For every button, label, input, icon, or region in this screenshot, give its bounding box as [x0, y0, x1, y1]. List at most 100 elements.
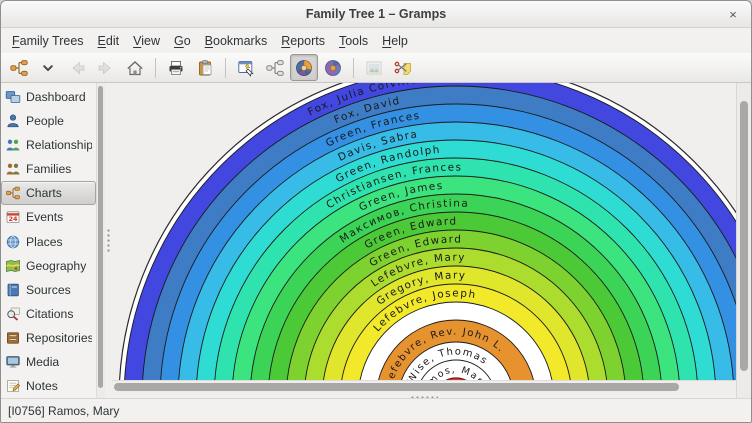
- pedigree-icon: [265, 58, 285, 78]
- menu-item-label: F: [12, 34, 20, 48]
- sidebar-item-sources[interactable]: Sources: [1, 278, 96, 302]
- charts-icon: [5, 185, 21, 201]
- menubar: Family TreesEditViewGoBookmarksReportsTo…: [1, 28, 751, 53]
- printer-icon: [166, 58, 186, 78]
- statusbar: [I0756] Ramos, Mary: [1, 398, 751, 422]
- menu-edit[interactable]: Edit: [91, 31, 127, 51]
- horizontal-scrollbar-thumb[interactable]: [114, 383, 679, 391]
- menu-item-label: eports: [290, 34, 325, 48]
- sidebar-item-citations[interactable]: Citations: [1, 302, 96, 326]
- repositories-icon: [5, 330, 21, 346]
- menu-go[interactable]: Go: [167, 31, 198, 51]
- descendant-fan-view-button[interactable]: [319, 54, 347, 81]
- print-button[interactable]: [162, 54, 190, 81]
- media-icon: [5, 354, 21, 370]
- sidebar-item-places[interactable]: Places: [1, 229, 96, 253]
- toolbar: [1, 53, 751, 83]
- snapshot-button[interactable]: [389, 54, 417, 81]
- families-icon: [5, 161, 21, 177]
- forward-button[interactable]: [92, 54, 120, 81]
- places-icon: [5, 234, 21, 250]
- menu-item-label: E: [98, 34, 106, 48]
- forward-icon: [96, 58, 116, 78]
- home-icon: [125, 58, 145, 78]
- dashboard-icon: [5, 89, 21, 105]
- sidebar-item-media[interactable]: Media: [1, 350, 96, 374]
- menu-tools[interactable]: Tools: [332, 31, 375, 51]
- gramps-tree-icon: [9, 58, 29, 78]
- category-sidebar: DashboardPeopleRelationships Families Char…: [1, 83, 96, 398]
- menu-help[interactable]: Help: [375, 31, 415, 51]
- view-dropdown-button[interactable]: [34, 54, 62, 81]
- titlebar: Family Tree 1 – Gramps ×: [1, 1, 751, 28]
- sidebar-item-label: Media: [26, 355, 59, 369]
- menu-item-label: ools: [345, 34, 368, 48]
- menu-item-label: B: [205, 34, 213, 48]
- window-title: Family Tree 1 – Gramps: [306, 7, 446, 21]
- sidebar-item-label: Sources: [26, 283, 71, 297]
- sidebar-item-relationships[interactable]: Relationships: [1, 133, 96, 157]
- gramps-window: Family Tree 1 – Gramps × Family TreesEdi…: [0, 0, 752, 423]
- splitter-grip-icon: [107, 228, 110, 254]
- vertical-scrollbar-thumb[interactable]: [740, 101, 748, 371]
- events-icon: 24: [5, 209, 21, 225]
- media-icon: [5, 354, 21, 370]
- sidebar-item-people[interactable]: People: [1, 109, 96, 133]
- configure-view-button[interactable]: [232, 54, 260, 81]
- sidebar-item-events[interactable]: 24 Events: [1, 205, 96, 229]
- pedigree-view-button[interactable]: [261, 54, 289, 81]
- sidebar-item-label: Places: [26, 235, 63, 249]
- geography-icon: [5, 258, 21, 274]
- menu-family-trees[interactable]: Family Trees: [5, 31, 91, 51]
- horizontal-scrollbar[interactable]: [112, 380, 736, 393]
- fan-chart-canvas[interactable]: Ramos, MaryWise, ThomasLefebvre, Rev. Jo…: [112, 83, 736, 380]
- toolbar-separator: [155, 58, 156, 78]
- menu-item-label: o: [184, 34, 191, 48]
- sidebar-item-geography[interactable]: Geography: [1, 254, 96, 278]
- close-icon[interactable]: ×: [724, 5, 742, 23]
- notes-icon: [5, 378, 21, 394]
- sources-icon: [5, 282, 21, 298]
- menu-view[interactable]: View: [126, 31, 167, 51]
- sidebar-item-label: Events: [26, 210, 63, 224]
- relationships-icon: [5, 137, 21, 153]
- sidebar-item-charts[interactable]: Charts: [1, 181, 96, 205]
- sidebar-item-label: Charts: [26, 186, 62, 200]
- status-text: [I0756] Ramos, Mary: [8, 404, 119, 418]
- families-icon: [5, 161, 21, 177]
- sidebar-item-notes[interactable]: Notes: [1, 374, 96, 398]
- fan-chart[interactable]: Ramos, MaryWise, ThomasLefebvre, Rev. Jo…: [112, 83, 736, 380]
- pane-splitter[interactable]: [105, 83, 112, 398]
- gramps-people-button[interactable]: [5, 54, 33, 81]
- repositories-icon: [5, 330, 21, 346]
- clipboard-button[interactable]: [191, 54, 219, 81]
- sidebar-item-label: Repositories: [26, 331, 92, 345]
- clipboard-icon: [195, 58, 215, 78]
- menu-item-label: elp: [391, 34, 408, 48]
- sidebar-item-label: Geography: [26, 259, 86, 273]
- menu-item-label: G: [174, 34, 184, 48]
- sidebar-item-repositories[interactable]: Repositories: [1, 326, 96, 350]
- menu-reports[interactable]: Reports: [274, 31, 332, 51]
- fan-chart-view-button[interactable]: [290, 54, 318, 81]
- geography-icon: [5, 258, 21, 274]
- home-person-button[interactable]: [121, 54, 149, 81]
- menu-bookmarks[interactable]: Bookmarks: [198, 31, 275, 51]
- sidebar-item-label: Notes: [26, 379, 58, 393]
- scissors-icon: [393, 58, 413, 78]
- menu-item-label: iew: [141, 34, 160, 48]
- save-image-button[interactable]: [360, 54, 388, 81]
- fan-chart-alt-icon: [323, 58, 343, 78]
- menu-item-label: amily Trees: [20, 34, 84, 48]
- sidebar-scrollbar-thumb[interactable]: [98, 86, 103, 388]
- sidebar-item-dashboard[interactable]: Dashboard: [1, 85, 96, 109]
- vertical-scrollbar[interactable]: [736, 83, 751, 398]
- sidebar-item-families[interactable]: Families: [1, 157, 96, 181]
- sidebar-item-label: Families: [26, 162, 71, 176]
- menu-item-label: H: [382, 34, 391, 48]
- chevron-down-icon: [38, 58, 58, 78]
- fan-chart-icon: [294, 58, 314, 78]
- back-button[interactable]: [63, 54, 91, 81]
- svg-text:24: 24: [8, 215, 18, 223]
- sidebar-scrollbar[interactable]: [96, 83, 105, 398]
